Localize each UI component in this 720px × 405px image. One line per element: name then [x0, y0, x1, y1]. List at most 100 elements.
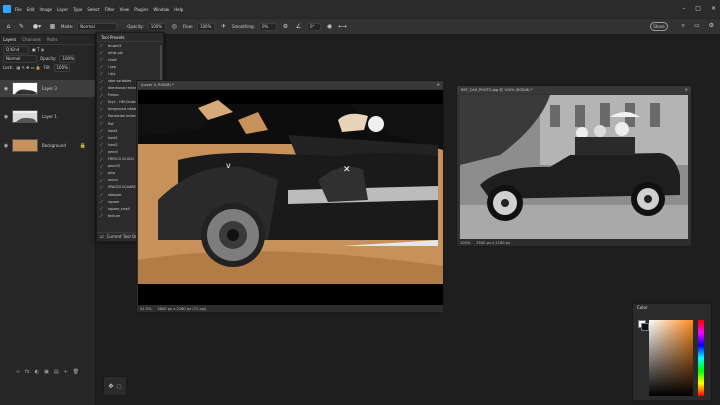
visibility-eye-icon[interactable]: ◉	[2, 86, 10, 92]
tab-channels[interactable]: Channels	[22, 37, 41, 42]
brush-icon: ⟋	[100, 50, 103, 56]
menu-plugins[interactable]: Plugins	[134, 7, 148, 12]
menu-filter[interactable]: Filter	[105, 7, 115, 12]
menu-edit[interactable]: Edit	[27, 7, 35, 12]
document-tab-title[interactable]: REF_CAR_PHOTO.jpg @ 100% (RGB/8) *	[461, 88, 532, 92]
tool-preset-item[interactable]: ⟋ l dry	[97, 70, 163, 77]
adjustment-icon[interactable]: ▣	[44, 369, 49, 375]
current-tool-only-checkbox[interactable]: ☑	[100, 234, 104, 239]
blend-mode-select[interactable]: Normal	[3, 54, 37, 63]
menu-help[interactable]: Help	[174, 7, 183, 12]
tool-preset-item[interactable]: ⟋ l sep	[97, 63, 163, 70]
brush-settings-icon[interactable]: ▦	[48, 22, 57, 31]
settings-icon[interactable]: ⚙	[709, 22, 714, 30]
menu-window[interactable]: Window	[153, 7, 169, 12]
tool-preset-label: hard1	[108, 128, 118, 133]
layers-footer: ∞ fx ◐ ▣ ▤ + 🗑	[0, 367, 95, 377]
background-color-swatch[interactable]	[641, 323, 649, 331]
menu-select[interactable]: Select	[87, 7, 99, 12]
zoom-readout[interactable]: 41.5%	[140, 307, 151, 311]
new-layer-icon[interactable]: +	[64, 369, 68, 375]
brush-icon: ⟋	[100, 135, 103, 141]
layer-opacity-field[interactable]: 100%	[59, 54, 76, 63]
home-icon[interactable]: ⌂	[4, 22, 13, 31]
layer-name[interactable]: Layer 3	[42, 86, 57, 91]
brush-icon: ⟋	[100, 92, 103, 98]
brush-icon: ⟋	[100, 199, 103, 205]
tool-preset-item[interactable]: ⟋ brush01	[97, 42, 163, 49]
lasso-icon[interactable]: ◌	[116, 383, 121, 390]
fill-field[interactable]: 100%	[53, 63, 70, 72]
airbrush-icon[interactable]: ✈	[219, 22, 228, 31]
lock-icons[interactable]: ▦ ✎ ✥ ▭ 🔒	[16, 65, 40, 70]
mask-icon[interactable]: ◐	[35, 369, 39, 375]
tool-preset-label: pencil	[108, 149, 118, 154]
tool-preset-label: hard2	[108, 142, 118, 147]
layer-filter-kind[interactable]: Q Kind	[3, 45, 29, 54]
search-icon[interactable]: ⌕	[682, 22, 685, 30]
tool-preset-label: brush01	[108, 43, 122, 48]
layer-name[interactable]: Background	[42, 143, 66, 148]
maximize-button[interactable]: □	[695, 5, 701, 12]
pressure-opacity-icon[interactable]: ◎	[170, 22, 179, 31]
fx-icon[interactable]: fx	[25, 369, 30, 375]
brush-icon: ⟋	[100, 121, 103, 127]
symmetry-icon[interactable]: ⟷	[338, 22, 347, 31]
painting-canvas[interactable]: v ✕	[138, 90, 443, 306]
brush-size-picker[interactable]: ●▾	[30, 22, 44, 31]
tool-preset-label: hard1	[108, 135, 118, 140]
mode-select[interactable]: Normal	[77, 22, 118, 31]
reference-photo[interactable]	[460, 95, 688, 239]
floating-tool-widget: ✥ ◌	[103, 376, 127, 396]
tool-presets-title: Tool Presets	[97, 33, 163, 42]
visibility-eye-icon[interactable]: ◉	[2, 114, 10, 120]
minimize-button[interactable]: –	[682, 5, 685, 12]
angle-field[interactable]: 0°	[306, 22, 321, 31]
document-tab-title[interactable]: (Layer 3, RGB/8) *	[141, 83, 174, 87]
menu-type[interactable]: Type	[73, 7, 82, 12]
group-icon[interactable]: ▤	[54, 369, 59, 375]
layer-row[interactable]: ◉ Background 🔒	[0, 137, 95, 154]
smoothing-field[interactable]: 0%	[258, 22, 277, 31]
color-saturation-field[interactable]	[649, 320, 693, 396]
tool-preset-label: texture	[108, 213, 120, 218]
tab-layers[interactable]: Layers	[3, 37, 16, 42]
layer-opacity-label: Opacity:	[40, 56, 57, 61]
tool-preset-item[interactable]: ⟋ chalk	[97, 56, 163, 63]
menu-layer[interactable]: Layer	[57, 7, 68, 12]
tab-paths[interactable]: Paths	[47, 37, 58, 42]
brush-icon: ⟋	[100, 170, 103, 176]
layer-row[interactable]: ◉ Layer 3	[0, 80, 95, 97]
menu-image[interactable]: Image	[39, 7, 52, 12]
brush-icon: ⟋	[100, 78, 103, 84]
flow-field[interactable]: 100%	[196, 22, 215, 31]
layer-name[interactable]: Layer 1	[42, 114, 57, 119]
document-window-painting: (Layer 3, RGB/8) * ✕ v ✕ 41.5% 3840 px x…	[136, 80, 444, 313]
brush-tool-icon[interactable]: ✎	[17, 22, 26, 31]
smoothing-settings-icon[interactable]: ⚙	[281, 22, 290, 31]
share-button[interactable]: Share	[650, 22, 668, 31]
close-document-icon[interactable]: ✕	[437, 82, 440, 87]
menu-file[interactable]: File	[15, 7, 22, 12]
filter-icons[interactable]: ▣ T ◍	[32, 47, 44, 52]
close-window-button[interactable]: ✕	[711, 5, 716, 12]
app-logo-icon[interactable]	[3, 5, 11, 13]
tool-preset-label: chalk	[108, 57, 117, 62]
layer-row[interactable]: ◉ Layer 1	[0, 108, 95, 125]
close-document-icon[interactable]: ✕	[685, 87, 688, 92]
brush-icon: ⟋	[100, 85, 103, 91]
link-layers-icon[interactable]: ∞	[16, 369, 20, 375]
opacity-field[interactable]: 100%	[147, 22, 166, 31]
pressure-size-icon[interactable]: ◉	[325, 22, 334, 31]
move-icon[interactable]: ✥	[108, 383, 113, 390]
hue-slider[interactable]	[698, 320, 704, 396]
menu-view[interactable]: View	[120, 7, 130, 12]
visibility-eye-icon[interactable]: ◉	[2, 143, 10, 149]
tool-preset-label: l dry	[108, 71, 116, 76]
trash-icon[interactable]: 🗑	[73, 369, 79, 375]
tool-preset-item[interactable]: ⟋ artist pla	[97, 49, 163, 56]
workspace-icon[interactable]: ▭	[694, 22, 700, 30]
tool-preset-label: round	[108, 178, 118, 183]
svg-text:v: v	[226, 161, 231, 170]
zoom-readout[interactable]: 100%	[460, 241, 470, 245]
